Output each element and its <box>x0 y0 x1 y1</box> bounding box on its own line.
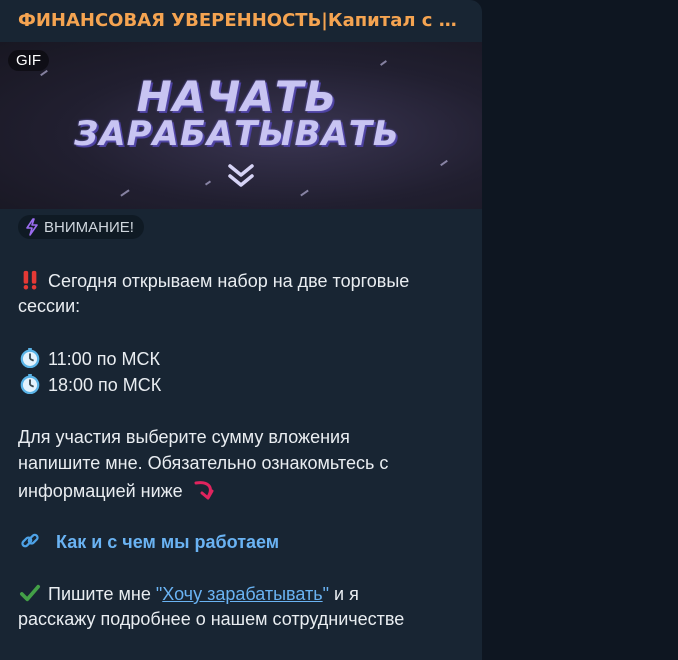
gif-media[interactable]: GIF НАЧАТЬ ЗАРАБАТЫВАТЬ <box>0 42 482 209</box>
info-line: напишите мне. Обязательно ознакомьтесь с <box>18 453 389 473</box>
session-item: 11:00 по МСК <box>18 348 160 370</box>
cta-line: Пишите мне "Хочу зарабатывать" и я <box>18 583 359 605</box>
want-to-earn-link[interactable]: Хочу зарабатывать <box>162 584 322 604</box>
session-item: 18:00 по МСК <box>18 374 161 396</box>
how-we-work-link[interactable]: Как и с чем мы работаем <box>56 532 279 552</box>
cta-line-2: расскажу подробнее о нашем сотрудничеств… <box>18 609 405 629</box>
lightning-icon <box>26 218 38 236</box>
channel-title[interactable]: ФИНАНСОВАЯ УВЕРЕННОСТЬ|Капитал с Еле... <box>18 10 468 31</box>
link-icon <box>21 533 39 548</box>
intro-line: Сегодня открываем набор на две торговые <box>18 270 409 292</box>
intro-line-2: сессии: <box>18 296 81 316</box>
double-chevron-down-icon <box>228 164 254 187</box>
stopwatch-icon <box>20 348 40 368</box>
info-line: Для участия выберите сумму вложения <box>18 427 350 447</box>
attention-label: ВНИМАНИЕ! <box>44 218 134 236</box>
banner-subtitle: ЗАРАБАТЫВАТЬ <box>74 114 400 154</box>
message-bubble: ФИНАНСОВАЯ УВЕРЕННОСТЬ|Капитал с Еле... … <box>0 0 482 660</box>
double-exclamation-icon <box>23 270 37 290</box>
check-mark-icon <box>20 584 40 602</box>
curved-arrow-icon <box>194 481 214 500</box>
how-we-work-link-row[interactable]: Как и с чем мы работаем <box>18 531 279 553</box>
stopwatch-icon <box>20 374 40 394</box>
gif-badge: GIF <box>8 50 49 71</box>
attention-badge: ВНИМАНИЕ! <box>18 215 144 239</box>
info-line: информацией ниже <box>18 479 218 503</box>
